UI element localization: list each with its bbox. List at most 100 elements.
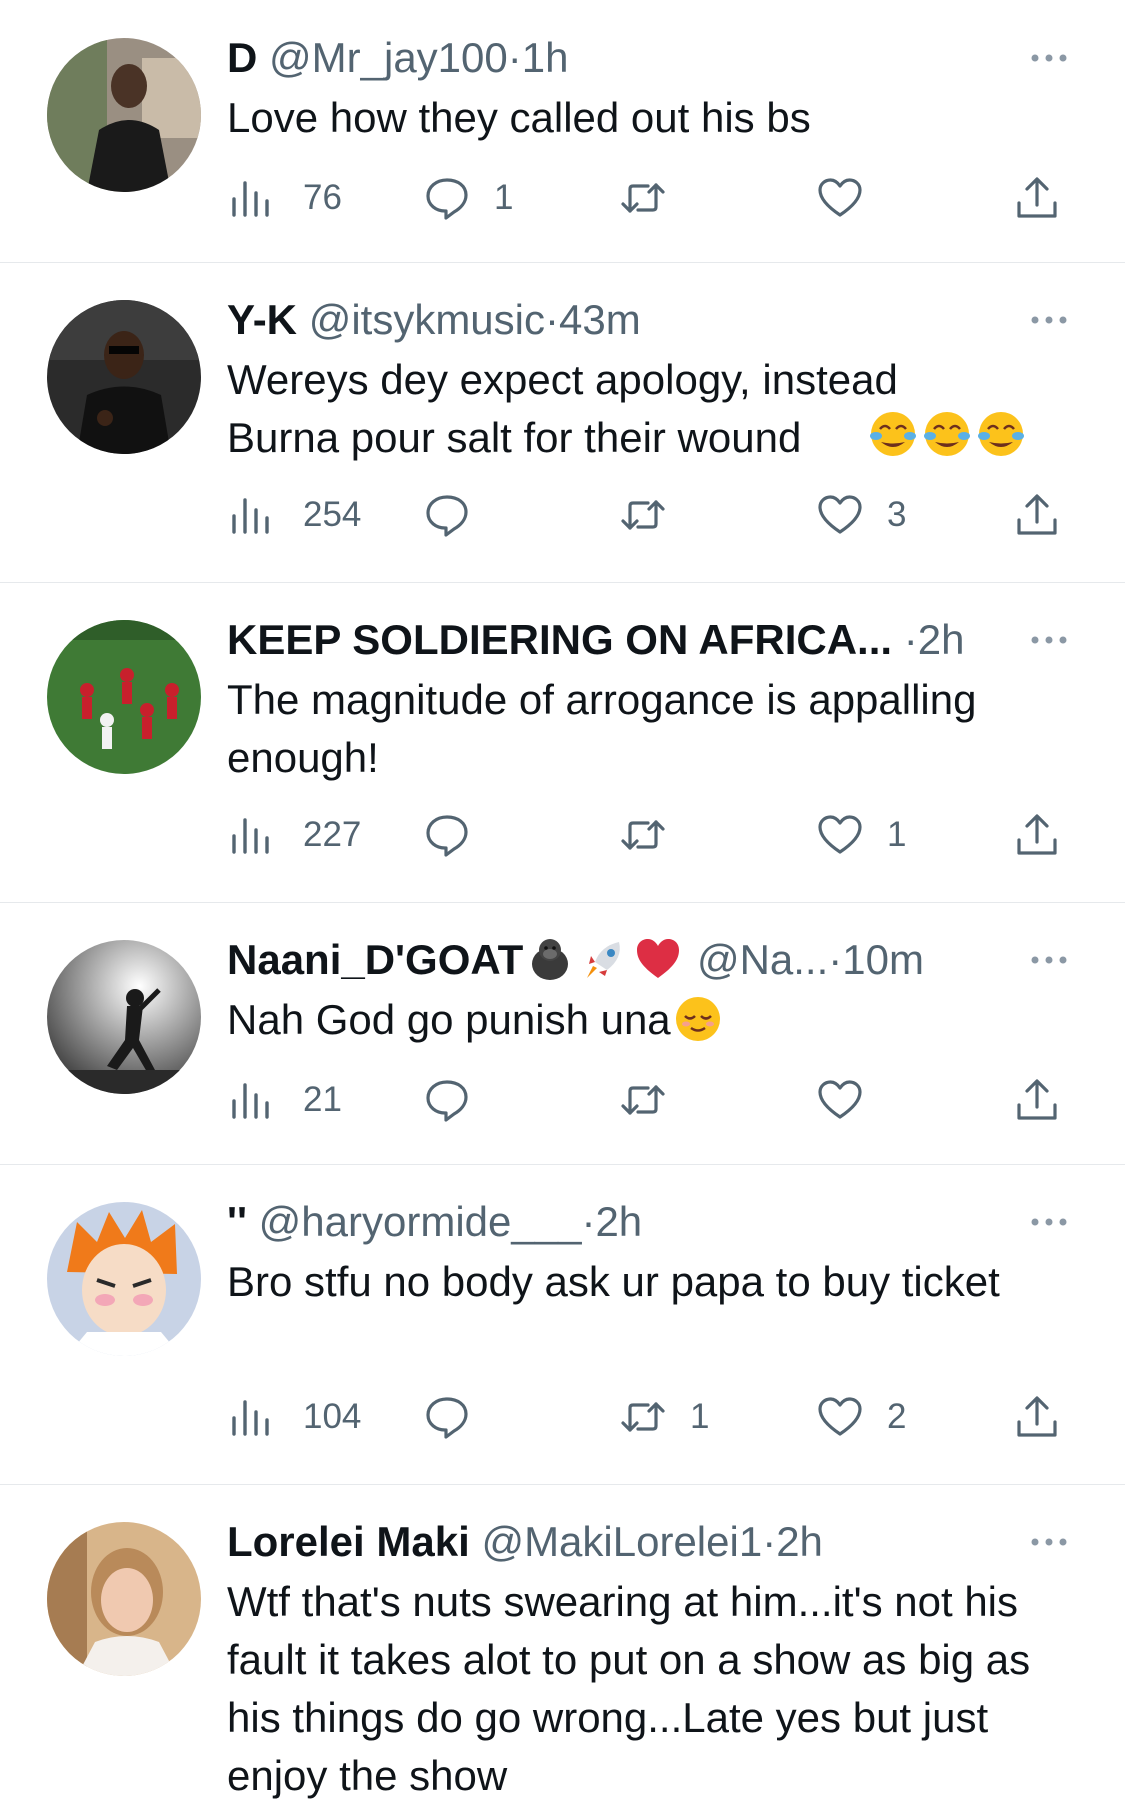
views-action[interactable]: 254	[227, 487, 361, 543]
avatar[interactable]	[47, 1202, 201, 1356]
like-count: 2	[887, 1397, 907, 1436]
tweet-header: Lorelei Maki @MakiLorelei1·2h	[227, 1514, 1065, 1570]
heart-icon	[817, 492, 863, 538]
heart-icon	[817, 1077, 863, 1123]
views-action[interactable]: 227	[227, 807, 361, 863]
timestamp[interactable]: 2h	[776, 1518, 823, 1565]
more-dots-icon[interactable]	[1027, 298, 1071, 342]
avatar-image	[47, 940, 201, 1094]
display-name[interactable]: Lorelei Maki	[227, 1518, 470, 1565]
share-action[interactable]	[1014, 1389, 1060, 1445]
retweet-action[interactable]: 1	[620, 1389, 709, 1445]
like-action[interactable]: 3	[817, 487, 906, 543]
like-action[interactable]: 1	[817, 807, 906, 863]
separator-dot: ·	[581, 1198, 596, 1245]
reply-action[interactable]	[424, 807, 494, 863]
share-action[interactable]	[1014, 1072, 1060, 1128]
bar-chart-icon	[227, 175, 273, 221]
retweet-arrows-icon	[620, 492, 666, 538]
timestamp[interactable]: 2h	[918, 616, 965, 663]
relieved-face-emoji	[673, 994, 723, 1044]
speech-bubble-icon	[424, 812, 470, 858]
like-action[interactable]	[817, 170, 887, 226]
views-count: 21	[303, 1080, 342, 1119]
display-name[interactable]: D	[227, 34, 257, 81]
tweet[interactable]: Y-K @itsykmusic·43m Wereys dey expect ap…	[0, 262, 1125, 583]
retweet-action[interactable]	[620, 1072, 690, 1128]
views-count: 227	[303, 815, 362, 854]
tweet-actions: 21	[227, 1072, 1087, 1128]
more-dots-icon[interactable]	[1027, 938, 1071, 982]
separator-dot: ·	[507, 34, 522, 81]
reply-action[interactable]	[424, 1072, 494, 1128]
tweet[interactable]: Naani_D'GOAT @Na...·10m Nah God go punis…	[0, 902, 1125, 1165]
timestamp[interactable]: 43m	[559, 296, 641, 343]
tweet-actions: 227 1	[227, 807, 1087, 863]
user-handle[interactable]: @MakiLorelei1	[481, 1518, 762, 1565]
tweet-header: Y-K @itsykmusic·43m	[227, 292, 1065, 348]
share-action[interactable]	[1014, 487, 1060, 543]
face-with-tears-of-joy-emoji	[922, 409, 972, 459]
tweet[interactable]: KEEP SOLDIERING ON AFRICA... ·2h The mag…	[0, 582, 1125, 903]
tweet-actions: 254 3	[227, 487, 1087, 543]
retweet-action[interactable]	[620, 807, 690, 863]
retweet-arrows-icon	[620, 1077, 666, 1123]
more-dots-icon[interactable]	[1027, 1520, 1071, 1564]
display-name[interactable]: KEEP SOLDIERING ON AFRICA...	[227, 616, 892, 663]
display-name[interactable]: Naani_D'GOAT	[227, 936, 523, 983]
user-handle[interactable]: @haryormide___	[259, 1198, 582, 1245]
display-name[interactable]: Y-K	[227, 296, 297, 343]
user-handle[interactable]: @itsykmusic	[309, 296, 545, 343]
more-dots-icon[interactable]	[1027, 1200, 1071, 1244]
user-handle[interactable]: @Na...	[697, 936, 828, 983]
reply-action[interactable]	[424, 487, 494, 543]
separator-dot: ·	[903, 616, 918, 663]
avatar[interactable]	[47, 620, 201, 774]
avatar[interactable]	[47, 1522, 201, 1676]
timestamp[interactable]: 2h	[595, 1198, 642, 1245]
tweet[interactable]: D @Mr_jay100·1h Love how they called out…	[0, 0, 1125, 263]
tweet-text: The magnitude of arrogance is appalling …	[227, 676, 977, 781]
views-action[interactable]: 21	[227, 1072, 342, 1128]
user-handle[interactable]: @Mr_jay100	[269, 34, 508, 81]
reply-action[interactable]	[424, 1389, 494, 1445]
timestamp[interactable]: 1h	[522, 34, 569, 81]
retweet-action[interactable]	[620, 487, 690, 543]
heart-icon	[817, 1394, 863, 1440]
avatar[interactable]	[47, 38, 201, 192]
bar-chart-icon	[227, 1077, 273, 1123]
more-dots-icon[interactable]	[1027, 618, 1071, 662]
views-action[interactable]: 76	[227, 170, 342, 226]
separator-dot: ·	[545, 296, 559, 343]
tweet-emoji-row	[866, 409, 1028, 467]
share-action[interactable]	[1014, 170, 1060, 226]
display-name[interactable]: ''	[227, 1198, 247, 1245]
more-dots-icon[interactable]	[1027, 36, 1071, 80]
retweet-arrows-icon	[620, 812, 666, 858]
share-upload-icon	[1014, 1077, 1060, 1123]
bar-chart-icon	[227, 812, 273, 858]
retweet-arrows-icon	[620, 1394, 666, 1440]
red-heart-emoji	[633, 934, 683, 984]
speech-bubble-icon	[424, 1394, 470, 1440]
tweet-header: D @Mr_jay100·1h	[227, 30, 1065, 86]
tweet-text: Nah God go punish una	[227, 996, 671, 1043]
avatar[interactable]	[47, 300, 201, 454]
share-upload-icon	[1014, 1394, 1060, 1440]
bar-chart-icon	[227, 492, 273, 538]
avatar[interactable]	[47, 940, 201, 1094]
timestamp[interactable]: 10m	[842, 936, 924, 983]
reply-action[interactable]: 1	[424, 170, 513, 226]
views-action[interactable]: 104	[227, 1389, 361, 1445]
tweet[interactable]: '' @haryormide___·2h Bro stfu no body as…	[0, 1164, 1125, 1485]
speech-bubble-icon	[424, 1077, 470, 1123]
like-action[interactable]	[817, 1072, 887, 1128]
tweet-header: '' @haryormide___·2h	[227, 1194, 1065, 1250]
heart-icon	[817, 175, 863, 221]
tweet-text: Wtf that's nuts swearing at him...it's n…	[227, 1578, 1031, 1799]
like-count: 3	[887, 495, 907, 534]
retweet-action[interactable]	[620, 170, 690, 226]
tweet[interactable]: Lorelei Maki @MakiLorelei1·2h Wtf that's…	[0, 1484, 1125, 1811]
like-action[interactable]: 2	[817, 1389, 906, 1445]
share-action[interactable]	[1014, 807, 1060, 863]
